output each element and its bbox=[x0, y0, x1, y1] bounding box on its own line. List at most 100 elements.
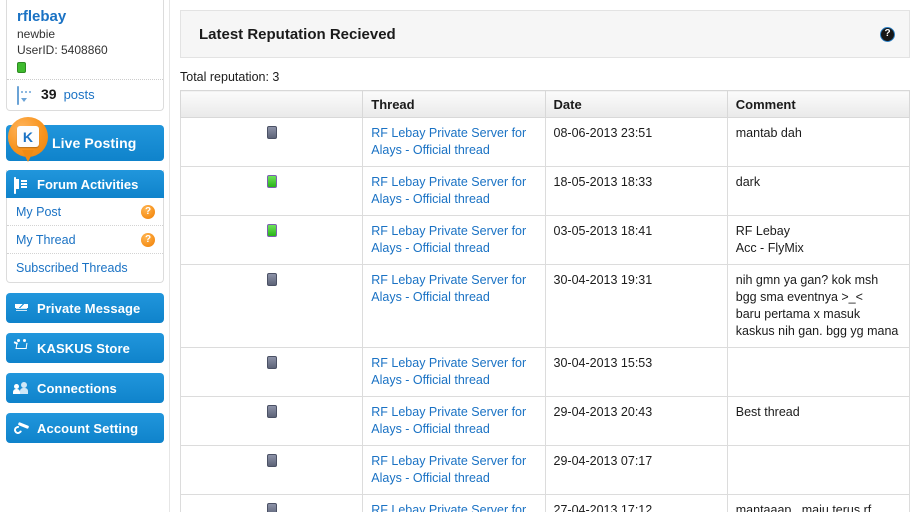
wrench-icon bbox=[12, 421, 30, 435]
thread-cell: RF Lebay Private Server for Alays - Offi… bbox=[362, 117, 546, 167]
thread-cell: RF Lebay Private Server for Alays - Offi… bbox=[362, 396, 546, 446]
forum-activities-panel: Forum Activities My Post ? My Thread ? S… bbox=[6, 170, 164, 283]
table-row: RF Lebay Private Server for Alays - Offi… bbox=[179, 264, 911, 348]
sidebar-item-account-setting[interactable]: Account Setting bbox=[6, 413, 164, 443]
reputation-table: Thread Date Comment RF Lebay Private Ser… bbox=[179, 90, 911, 512]
reputation-gray-icon bbox=[266, 356, 277, 369]
reputation-gray-icon bbox=[266, 126, 277, 139]
help-badge-icon[interactable]: ? bbox=[141, 232, 155, 247]
table-header-row: Thread Date Comment bbox=[179, 90, 911, 118]
thread-link[interactable]: RF Lebay Private Server for Alays - Offi… bbox=[371, 175, 526, 206]
sidebar-item-private-message[interactable]: Private Message bbox=[6, 293, 164, 323]
row-status-cell bbox=[179, 117, 364, 167]
help-badge-icon[interactable]: ? bbox=[141, 204, 155, 219]
table-body: RF Lebay Private Server for Alays - Offi… bbox=[179, 117, 911, 512]
table-row: RF Lebay Private Server for Alays - Offi… bbox=[179, 396, 911, 446]
table-row: RF Lebay Private Server for Alays - Offi… bbox=[179, 215, 911, 265]
sidebar-item-connections[interactable]: Connections bbox=[6, 373, 164, 403]
thread-cell: RF Lebay Private Server for Alays - Offi… bbox=[362, 347, 546, 397]
thread-link[interactable]: RF Lebay Private Server for Alays - Offi… bbox=[371, 273, 526, 304]
speech-bubble-icon bbox=[17, 86, 34, 105]
date-cell: 29-04-2013 07:17 bbox=[544, 445, 728, 495]
reputation-gray-icon bbox=[266, 503, 277, 512]
thread-cell: RF Lebay Private Server for Alays - Offi… bbox=[362, 166, 546, 216]
forum-activities-label: Forum Activities bbox=[37, 176, 139, 192]
online-status-icon bbox=[17, 62, 26, 73]
thread-cell: RF Lebay Private Server for Alays - Offi… bbox=[362, 215, 546, 265]
my-post-label: My Post bbox=[16, 204, 62, 219]
private-message-label: Private Message bbox=[37, 300, 141, 316]
main-content: Latest Reputation Recieved ? Total reput… bbox=[170, 0, 920, 512]
sidebar-item-subscribed-threads[interactable]: Subscribed Threads bbox=[7, 254, 163, 282]
row-status-cell bbox=[179, 494, 364, 512]
live-posting-label: Live Posting bbox=[52, 135, 137, 151]
kaskus-logo-letter: K bbox=[17, 126, 39, 147]
kaskus-pin-icon: K bbox=[8, 117, 48, 163]
thread-cell: RF Lebay Private Server for Alays - Offi… bbox=[362, 264, 546, 348]
comment-line: mantaaap , maju terus rf lebayy bbox=[735, 503, 872, 512]
forum-activities-header[interactable]: Forum Activities bbox=[6, 170, 164, 198]
my-thread-label: My Thread bbox=[16, 232, 76, 247]
date-cell: 27-04-2013 17:12 bbox=[544, 494, 728, 512]
comment-line: baru pertama x masuk kaskus nih gan. bgg… bbox=[735, 307, 899, 338]
row-status-cell bbox=[179, 166, 364, 216]
date-cell: 29-04-2013 20:43 bbox=[544, 396, 728, 446]
live-posting-button[interactable]: K Live Posting bbox=[6, 117, 164, 162]
comment-cell: dark bbox=[726, 166, 911, 216]
table-row: RF Lebay Private Server for Alays - Offi… bbox=[179, 166, 911, 216]
thread-link[interactable]: RF Lebay Private Server for Alays - Offi… bbox=[371, 503, 526, 512]
column-header-comment[interactable]: Comment bbox=[726, 90, 911, 118]
date-cell: 08-06-2013 23:51 bbox=[544, 117, 728, 167]
row-status-cell bbox=[179, 347, 364, 397]
row-status-cell bbox=[179, 215, 364, 265]
comment-cell: Best thread bbox=[726, 396, 911, 446]
thread-link[interactable]: RF Lebay Private Server for Alays - Offi… bbox=[371, 224, 526, 255]
sidebar-item-my-thread[interactable]: My Thread ? bbox=[7, 226, 163, 254]
column-header-date[interactable]: Date bbox=[544, 90, 728, 118]
connections-icon bbox=[13, 381, 29, 395]
date-cell: 03-05-2013 18:41 bbox=[544, 215, 728, 265]
forum-icon bbox=[14, 176, 29, 194]
date-cell: 18-05-2013 18:33 bbox=[544, 166, 728, 216]
posts-label[interactable]: posts bbox=[64, 87, 95, 102]
column-header-status[interactable] bbox=[179, 90, 364, 118]
user-id: UserID: 5408860 bbox=[17, 43, 108, 57]
row-status-cell bbox=[179, 264, 364, 348]
comment-cell: mantaaap , maju terus rf lebayy bbox=[726, 494, 911, 512]
comment-line: mantab dah bbox=[735, 126, 802, 140]
comment-cell bbox=[726, 445, 911, 495]
thread-link[interactable]: RF Lebay Private Server for Alays - Offi… bbox=[371, 405, 526, 436]
reputation-green-icon bbox=[266, 175, 277, 188]
user-title: newbie bbox=[17, 27, 56, 41]
date-cell: 30-04-2013 15:53 bbox=[544, 347, 728, 397]
thread-link[interactable]: RF Lebay Private Server for Alays - Offi… bbox=[371, 454, 526, 485]
reputation-gray-icon bbox=[266, 405, 277, 418]
posts-row: 39 posts bbox=[17, 80, 153, 105]
sidebar-item-kaskus-store[interactable]: KASKUS Store bbox=[6, 333, 164, 363]
account-setting-label: Account Setting bbox=[37, 420, 139, 436]
thread-link[interactable]: RF Lebay Private Server for Alays - Offi… bbox=[371, 126, 526, 157]
comment-cell: mantab dah bbox=[726, 117, 911, 167]
reputation-gray-icon bbox=[266, 454, 277, 467]
username[interactable]: rflebay bbox=[17, 8, 153, 25]
page-title: Latest Reputation Recieved bbox=[199, 25, 396, 43]
table-row: RF Lebay Private Server for Alays - Offi… bbox=[179, 445, 911, 495]
comment-cell bbox=[726, 347, 911, 397]
thread-cell: RF Lebay Private Server for Alays - Offi… bbox=[362, 445, 546, 495]
thread-cell: RF Lebay Private Server for Alays - Offi… bbox=[362, 494, 546, 512]
subscribed-threads-label: Subscribed Threads bbox=[16, 261, 128, 275]
table-row: RF Lebay Private Server for Alays - Offi… bbox=[179, 347, 911, 397]
page-root: rflebay newbie UserID: 5408860 39 posts … bbox=[0, 0, 920, 512]
table-header: Thread Date Comment bbox=[179, 90, 911, 118]
reputation-gray-icon bbox=[266, 273, 277, 286]
column-header-thread[interactable]: Thread bbox=[362, 90, 546, 118]
row-status-cell bbox=[179, 445, 364, 495]
kaskus-store-label: KASKUS Store bbox=[37, 340, 130, 356]
total-reputation: Total reputation: 3 bbox=[180, 70, 280, 84]
posts-count: 39 bbox=[41, 86, 57, 102]
row-status-cell bbox=[179, 396, 364, 446]
thread-link[interactable]: RF Lebay Private Server for Alays - Offi… bbox=[371, 356, 526, 387]
comment-line: RF Lebay bbox=[735, 224, 790, 238]
sidebar-item-my-post[interactable]: My Post ? bbox=[7, 198, 163, 226]
help-icon[interactable]: ? bbox=[880, 26, 895, 42]
